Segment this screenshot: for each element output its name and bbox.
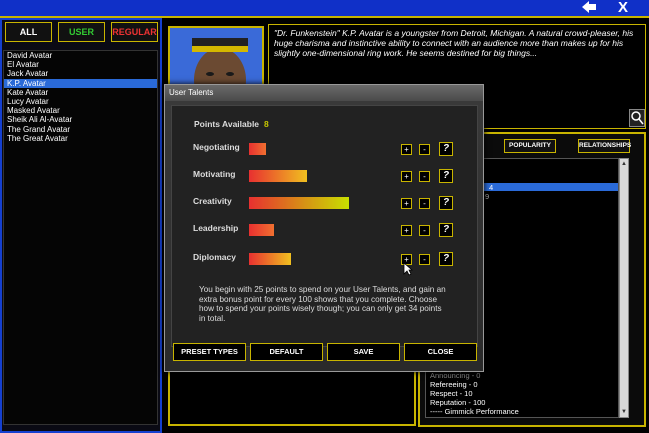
back-arrow-icon[interactable]: [578, 0, 600, 16]
decrease-button[interactable]: -: [419, 254, 430, 265]
talent-bar: [249, 143, 266, 155]
mouse-cursor-icon: [403, 262, 414, 279]
list-item[interactable]: The Grand Avatar: [4, 125, 157, 134]
talent-bar: [249, 224, 274, 236]
preset-types-button[interactable]: PRESET TYPES: [173, 343, 246, 361]
help-icon[interactable]: ?: [439, 142, 453, 156]
help-icon[interactable]: ?: [439, 196, 453, 210]
decrease-button[interactable]: -: [419, 171, 430, 182]
stat-partial: 4: [489, 183, 494, 192]
scrollbar[interactable]: ▲ ▼: [619, 158, 629, 418]
list-item[interactable]: Sheik Ali Al-Avatar: [4, 115, 157, 124]
stat-refereeing: Refereeing - 0: [430, 380, 478, 389]
user-talents-dialog: User Talents Points Available 8 Negotiat…: [164, 84, 484, 372]
list-item[interactable]: Kate Avatar: [4, 88, 157, 97]
close-dialog-button[interactable]: CLOSE: [404, 343, 477, 361]
wrestler-list[interactable]: David Avatar El Avatar Jack Avatar K.P. Ava…: [3, 50, 158, 425]
help-icon[interactable]: ?: [439, 169, 453, 183]
search-icon[interactable]: [629, 109, 645, 127]
talent-label: Motivating: [193, 169, 236, 179]
stat-respect: Respect - 10: [430, 389, 473, 398]
save-button[interactable]: SAVE: [327, 343, 400, 361]
tab-relationships[interactable]: RELATIONSHIPS: [578, 139, 631, 153]
filter-all-button[interactable]: ALL: [5, 22, 52, 42]
points-label: Points Available: [194, 119, 260, 129]
talent-label: Diplomacy: [193, 252, 236, 262]
stat-gimmick: ----- Gimmick Performance: [430, 407, 519, 416]
decrease-button[interactable]: -: [419, 144, 430, 155]
dialog-title: User Talents: [165, 85, 483, 101]
list-item[interactable]: El Avatar: [4, 60, 157, 69]
talents-info: You begin with 25 points to spend on you…: [199, 285, 446, 323]
filter-user-button[interactable]: USER: [58, 22, 105, 42]
tab-popularity[interactable]: POPULARITY: [504, 139, 556, 153]
decrease-button[interactable]: -: [419, 198, 430, 209]
talent-label: Leadership: [193, 223, 239, 233]
talent-bar: [249, 253, 291, 265]
list-item[interactable]: Lucy Avatar: [4, 97, 157, 106]
stat-partial: 9: [485, 192, 490, 201]
list-item[interactable]: The Great Avatar: [4, 134, 157, 143]
talent-label: Creativity: [193, 196, 232, 206]
points-value: 8: [264, 119, 269, 129]
stat-reputation: Reputation - 100: [430, 398, 486, 407]
help-icon[interactable]: ?: [439, 223, 453, 237]
list-item[interactable]: K.P. Avatar: [4, 78, 157, 88]
list-item[interactable]: Jack Avatar: [4, 69, 157, 78]
increase-button[interactable]: +: [401, 144, 412, 155]
default-button[interactable]: DEFAULT: [250, 343, 323, 361]
top-bar: X: [0, 0, 649, 18]
talent-label: Negotiating: [193, 142, 240, 152]
filter-regular-button[interactable]: REGULAR: [111, 22, 158, 42]
decrease-button[interactable]: -: [419, 225, 430, 236]
talent-bar: [249, 197, 349, 209]
info-panel: [168, 370, 416, 426]
stat-announcing: Announcing - 0: [430, 371, 481, 380]
close-button[interactable]: X: [612, 0, 634, 16]
talent-bar: [249, 170, 308, 182]
list-item[interactable]: David Avatar: [4, 51, 157, 60]
increase-button[interactable]: +: [401, 171, 412, 182]
help-icon[interactable]: ?: [439, 252, 453, 266]
increase-button[interactable]: +: [401, 198, 412, 209]
list-item[interactable]: Masked Avatar: [4, 106, 157, 115]
increase-button[interactable]: +: [401, 225, 412, 236]
